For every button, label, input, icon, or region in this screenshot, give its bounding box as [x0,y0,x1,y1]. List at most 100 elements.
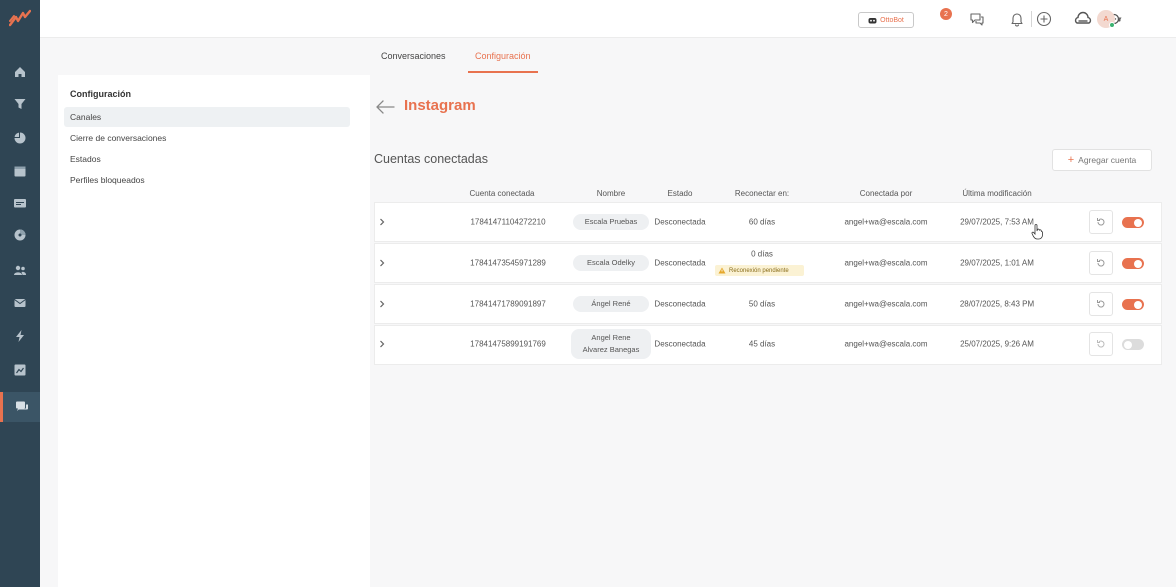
back-arrow-icon[interactable] [374,99,396,115]
online-status-dot [1109,22,1115,28]
column-header: Cuenta conectada [469,189,535,198]
chevron-down-icon[interactable]: ▾ [1118,15,1122,23]
nav-home[interactable] [0,57,40,87]
column-header: Nombre [596,189,626,198]
name-chip-label: Escala Pruebas [584,217,638,226]
warning-icon [718,267,726,274]
active-tab-indicator [468,71,538,73]
calendar-icon [14,166,26,177]
reconnection-warning-badge: Reconexión pendiente [715,265,804,276]
nav-contacts[interactable] [0,255,40,285]
refresh-icon [1097,340,1105,348]
page-title: Instagram [404,97,476,114]
users-icon [14,265,26,275]
connected-by: angel+wa@escala.com [844,258,928,268]
name-chip: Angel Rene Alvarez Banegas [571,329,651,359]
chevron-right-icon[interactable] [378,340,386,348]
name-chip: Escala Pruebas [573,214,649,230]
tab-configuracion[interactable]: Configuración [475,51,531,61]
warning-label: Reconexión pendiente [729,267,789,274]
add-circle-icon[interactable] [1036,11,1052,27]
settings-item-canales[interactable]: Canales [64,107,350,127]
account-toggle[interactable] [1122,258,1144,269]
status-text: Desconectada [654,299,706,309]
lightning-icon [16,330,24,342]
topbar-divider [1031,11,1032,27]
plus-icon: + [1067,154,1075,166]
nav-automations[interactable] [0,321,40,351]
chat-icon [15,401,28,411]
pie-chart-icon [14,132,26,144]
ottobot-button[interactable]: OttoBot [858,12,914,28]
cloud-bot-icon[interactable] [1074,11,1092,27]
home-icon [15,67,25,77]
column-header: Reconectar en: [734,189,790,198]
reconnect-value: 45 días [748,339,776,349]
account-id: 17841471104272210 [470,217,546,227]
section-title: Cuentas conectadas [374,152,488,166]
account-toggle[interactable] [1122,339,1144,350]
name-chip: Ángel René [573,296,649,312]
column-header: Conectada por [859,189,913,198]
refresh-icon [1097,218,1105,226]
reconnect-value: 50 días [748,299,776,309]
status-text: Desconectada [654,217,706,227]
nav-analytics[interactable] [0,220,40,250]
nav-funnel[interactable] [0,89,40,119]
account-id: 17841473545971289 [470,258,546,268]
last-modified: 25/07/2025, 9:26 AM [960,339,1034,349]
hand-cursor-icon [1031,224,1043,240]
envelope-icon [14,299,26,307]
nav-calendar[interactable] [0,156,40,186]
last-modified: 28/07/2025, 8:43 PM [959,299,1035,309]
nav-conversations[interactable] [0,392,40,422]
donut-chart-icon [14,229,26,241]
refresh-button[interactable] [1089,251,1113,275]
messages-icon[interactable] [969,11,985,27]
settings-item-cierre[interactable]: Cierre de conversaciones [64,128,350,148]
account-toggle[interactable] [1122,299,1144,310]
status-text: Desconectada [654,258,706,268]
reconnect-value: 0 días [751,249,773,259]
nav-cards[interactable] [0,188,40,218]
nav-reports[interactable] [0,123,40,153]
robot-icon [868,18,877,24]
settings-title: Configuración [70,89,131,99]
connected-by: angel+wa@escala.com [844,339,928,349]
connected-by: angel+wa@escala.com [844,299,928,309]
reconnect-value: 60 días [748,217,776,227]
tab-conversaciones[interactable]: Conversaciones [381,51,446,61]
account-id: 17841475899191769 [470,339,546,349]
name-chip-line1: Angel Rene [591,333,631,342]
refresh-button[interactable] [1089,292,1113,316]
sidebar-rail [0,0,40,587]
nav-email[interactable] [0,288,40,318]
last-modified: 29/07/2025, 7:53 AM [960,217,1034,227]
account-id: 17841471789091897 [470,299,546,309]
settings-panel: Configuración Canales Cierre de conversa… [58,75,370,587]
name-chip-label: Escala Odelky [587,258,635,267]
column-header: Estado [667,189,693,198]
chevron-right-icon[interactable] [378,259,386,267]
settings-item-estados[interactable]: Estados [64,149,350,169]
card-icon [14,199,26,208]
nav-dashboard[interactable] [0,355,40,385]
connected-by: angel+wa@escala.com [844,217,928,227]
chevron-right-icon[interactable] [378,218,386,226]
name-chip: Escala Odelky [573,255,649,271]
brand-logo-icon[interactable] [9,9,31,27]
refresh-button[interactable] [1089,210,1113,234]
settings-item-perfiles[interactable]: Perfiles bloqueados [64,170,350,190]
ottobot-label: OttoBot [880,16,904,24]
refresh-button[interactable] [1089,332,1113,356]
status-text: Desconectada [654,339,706,349]
account-toggle[interactable] [1122,217,1144,228]
chart-box-icon [14,364,26,376]
add-account-button[interactable]: + Agregar cuenta [1052,149,1152,171]
bell-icon[interactable] [1009,11,1025,27]
top-bar [40,0,1176,38]
add-account-label: Agregar cuenta [1078,155,1137,165]
name-chip-label: Ángel René [591,299,631,308]
chevron-right-icon[interactable] [378,300,386,308]
name-chip-line2: Alvarez Banegas [582,345,640,354]
